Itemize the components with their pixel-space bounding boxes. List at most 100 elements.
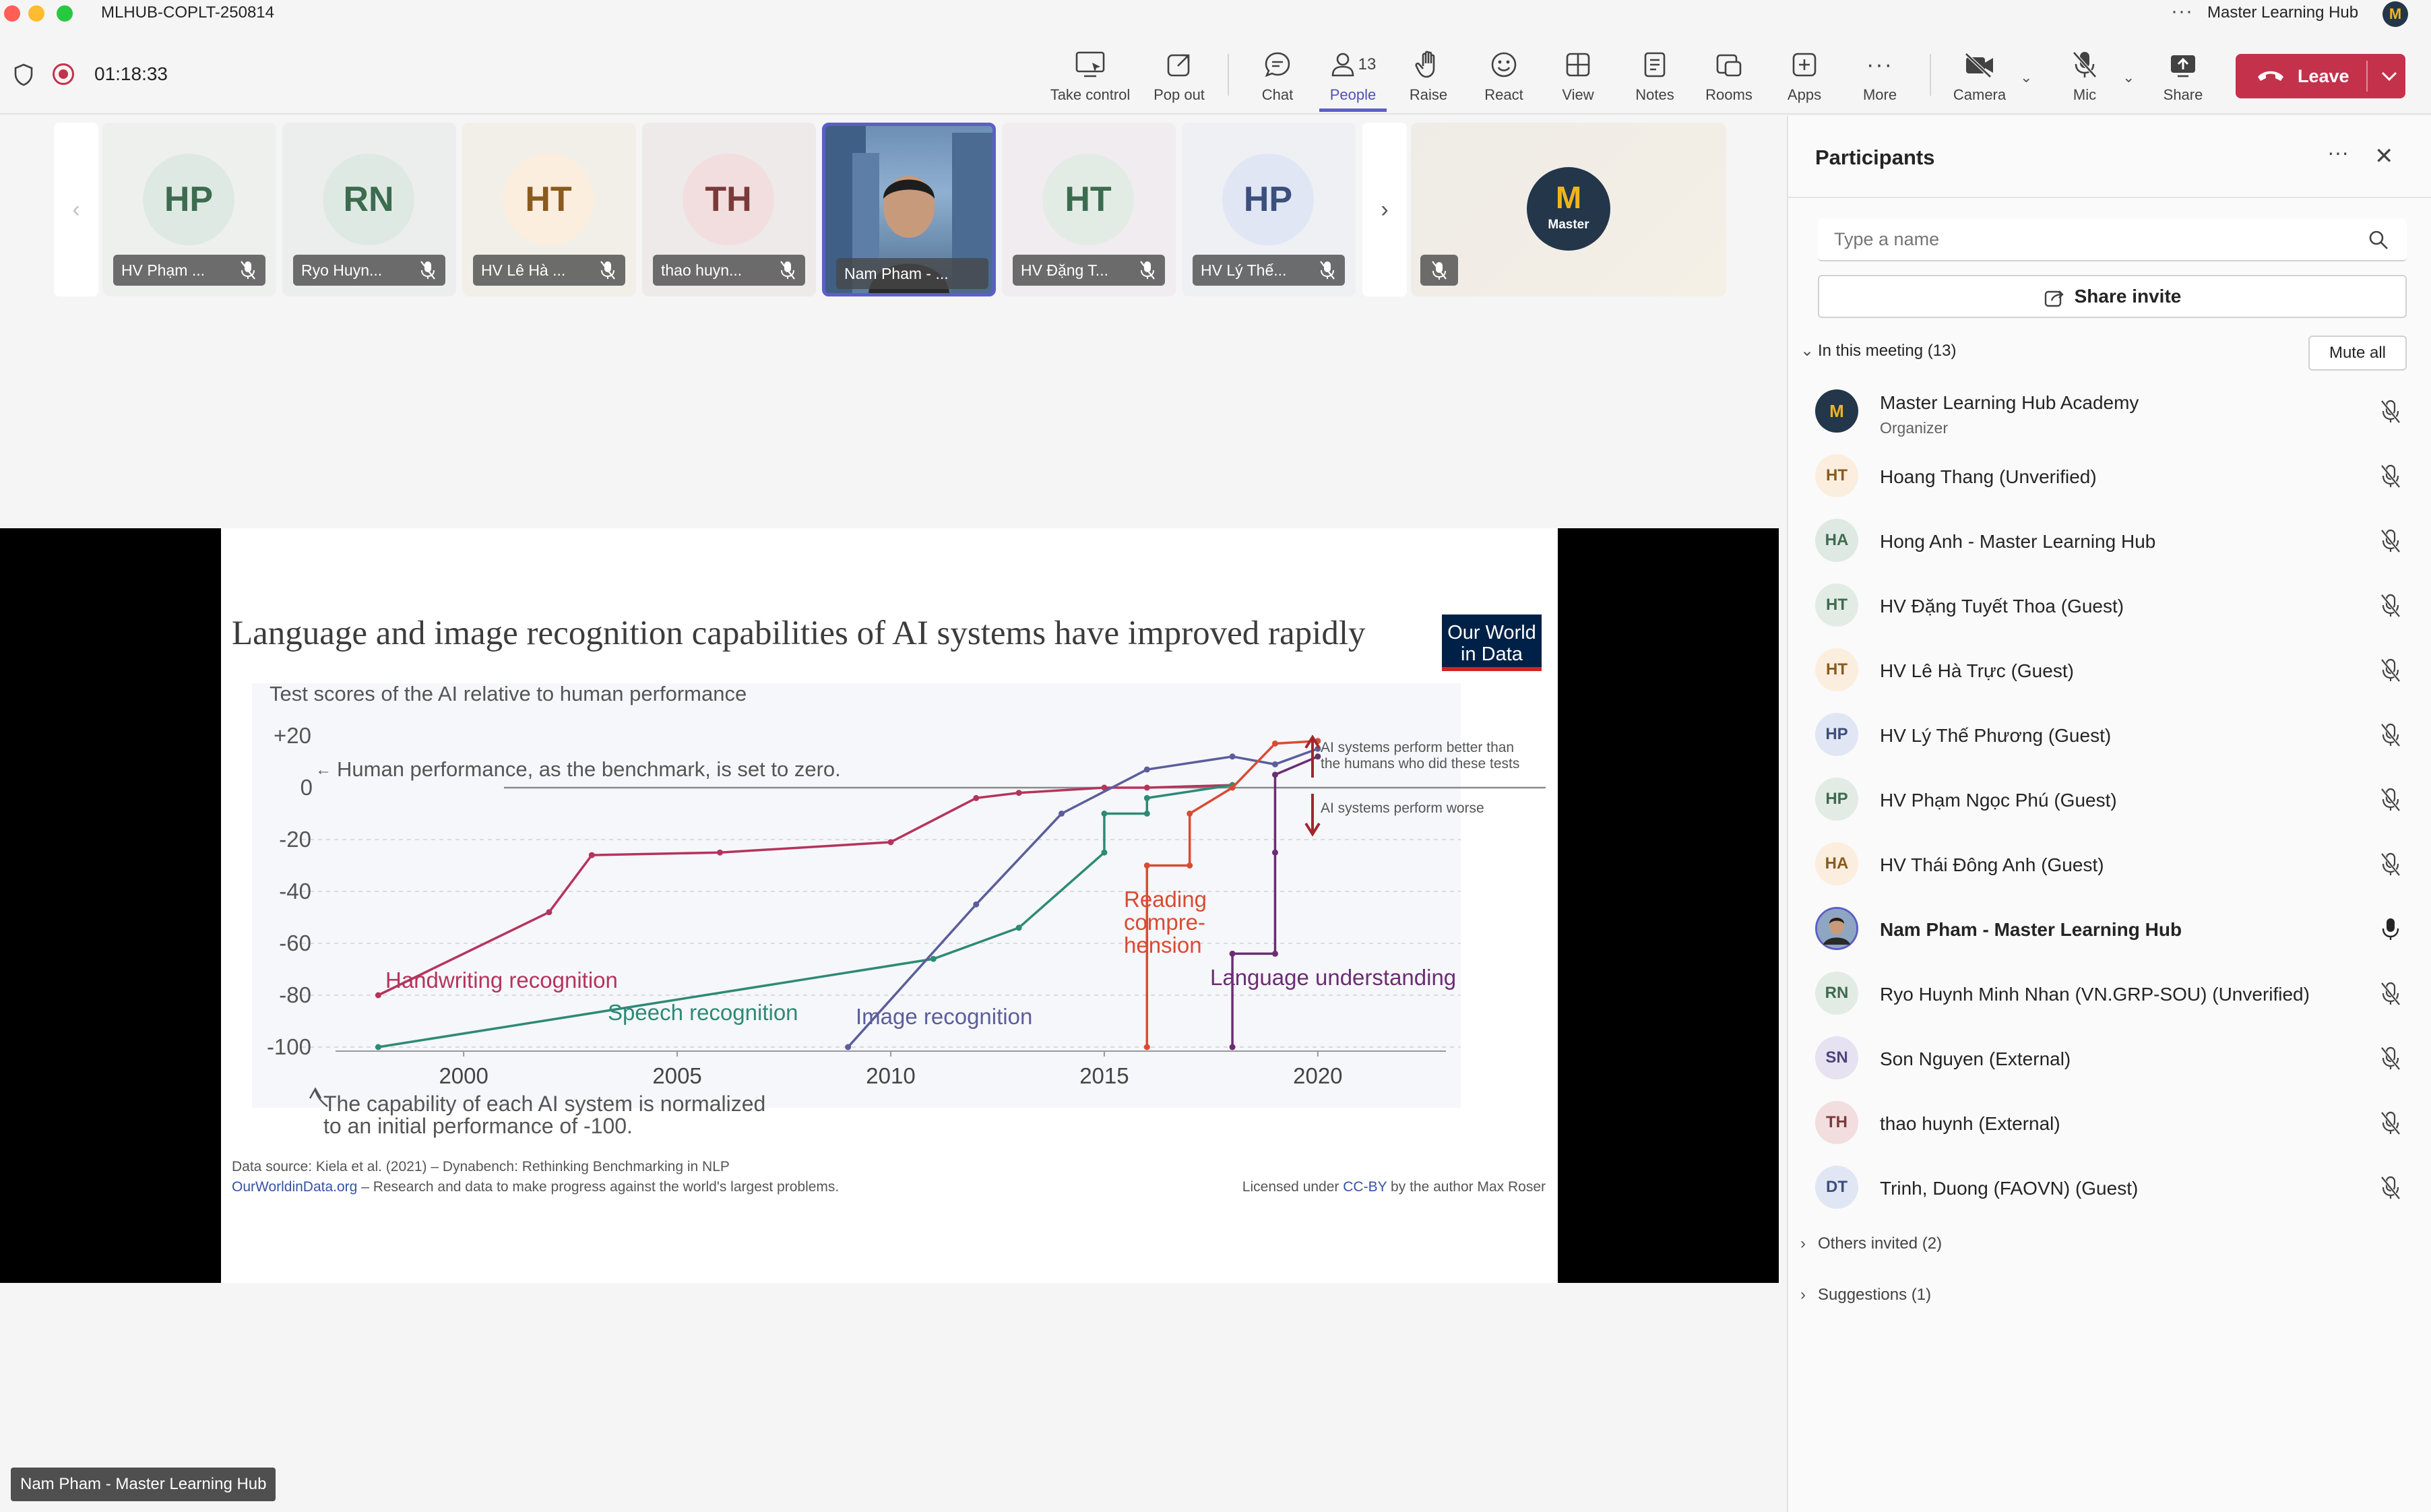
participant-row[interactable]: TH thao huynh (External) [1815, 1090, 2408, 1155]
view-button[interactable]: View [1554, 47, 1602, 112]
search-participants-input[interactable] [1818, 218, 2407, 261]
mic-options-chevron-icon[interactable]: ⌄ [2122, 69, 2135, 86]
x-tick-label: 2010 [866, 1063, 915, 1088]
avatar: HA [1815, 519, 1858, 562]
data-point [1229, 784, 1236, 791]
data-point [1315, 753, 1321, 760]
owid-link[interactable]: OurWorldinData.org [232, 1179, 357, 1195]
avatar: HT [1815, 584, 1858, 627]
video-tile-thao-huynh[interactable]: TH thao huyn... [642, 123, 816, 296]
more-dots-icon: ··· [1866, 51, 1893, 77]
notes-label: Notes [1635, 86, 1674, 103]
panel-more-button[interactable]: ··· [2327, 140, 2349, 165]
data-point [1229, 950, 1236, 957]
license-link[interactable]: CC-BY [1343, 1179, 1387, 1195]
participant-row[interactable]: HP HV Lý Thế Phương (Guest) [1815, 702, 2408, 767]
data-point [1229, 1044, 1236, 1050]
view-grid-icon [1566, 53, 1590, 77]
window-maximize-button[interactable] [57, 5, 73, 22]
meeting-timer: 01:18:33 [94, 63, 168, 84]
take-control-label: Take control [1050, 86, 1131, 103]
share-invite-button[interactable]: Share invite [1818, 275, 2407, 318]
mic-muted-icon [2380, 400, 2401, 424]
data-point [1143, 862, 1150, 869]
worse-note: AI systems perform worse [1321, 800, 1484, 816]
org-name[interactable]: Master Learning Hub [2207, 3, 2358, 22]
in-meeting-label: In this meeting (13) [1818, 342, 1957, 360]
participant-name: Master Learning Hub Academy [1880, 392, 2139, 413]
raise-label: Raise [1409, 86, 1448, 103]
camera-options-chevron-icon[interactable]: ⌄ [2020, 69, 2032, 86]
avatar: HA [1815, 842, 1858, 885]
window-more-button[interactable]: ··· [2171, 0, 2193, 23]
chat-button[interactable]: Chat [1252, 47, 1303, 112]
apps-button[interactable]: Apps [1776, 47, 1833, 112]
participant-row[interactable]: Nam Pham - Master Learning Hub [1815, 896, 2408, 961]
mic-muted-icon [1320, 261, 1335, 280]
mic-button[interactable]: Mic [2060, 47, 2109, 112]
leave-options-chevron-icon[interactable] [2380, 67, 2399, 85]
raise-hand-button[interactable]: Raise [1403, 47, 1454, 112]
react-button[interactable]: React [1477, 47, 1531, 112]
data-point [546, 909, 552, 916]
people-button[interactable]: 13 People [1319, 47, 1387, 112]
others-invited-section[interactable]: › Others invited (2) [1800, 1234, 1942, 1253]
mic-muted-icon [2380, 464, 2401, 489]
video-tile-nam-pham[interactable]: Nam Pham - ... [822, 123, 996, 296]
data-point [1271, 771, 1278, 778]
pop-out-icon [1167, 54, 1190, 77]
more-button[interactable]: ··· More [1852, 47, 1908, 112]
video-tile-hv-le-ha[interactable]: HT HV Lê Hà ... [462, 123, 636, 296]
tile-name: HV Lý Thế... [1201, 261, 1287, 279]
data-point [1101, 849, 1108, 856]
participant-row[interactable]: HT HV Đặng Tuyết Thoa (Guest) [1815, 573, 2408, 637]
tile-avatar: HP [1222, 154, 1314, 245]
pop-out-button[interactable]: Pop out [1148, 47, 1210, 112]
in-meeting-section-header[interactable]: ⌄ In this meeting (13) [1800, 341, 1956, 360]
owid-badge-line2: in Data [1461, 643, 1523, 665]
leave-button[interactable]: Leave [2236, 54, 2405, 98]
participant-name: Trinh, Duong (FAOVN) (Guest) [1880, 1178, 2139, 1199]
camera-button[interactable]: Camera [1946, 47, 2013, 112]
section-expand-chevron-icon: › [1800, 1234, 1806, 1253]
video-tile-hv-ly-the[interactable]: HP HV Lý Thế... [1182, 123, 1356, 296]
strip-previous-button[interactable]: ‹ [54, 123, 98, 296]
participant-row[interactable]: HA HV Thái Đông Anh (Guest) [1815, 831, 2408, 896]
video-tile-organizer[interactable]: M Master [1411, 123, 1726, 296]
window-close-button[interactable] [4, 5, 20, 22]
people-count: 13 [1358, 55, 1377, 73]
x-tick-label: 2015 [1079, 1063, 1129, 1088]
share-invite-icon [2044, 290, 2064, 307]
rooms-button[interactable]: Rooms [1702, 47, 1756, 112]
people-icon [1331, 53, 1354, 77]
participant-row[interactable]: RN Ryo Huynh Minh Nhan (VN.GRP-SOU) (Unve… [1815, 961, 2408, 1026]
panel-close-icon[interactable]: ✕ [2374, 143, 2394, 170]
tile-name-chip: thao huyn... [653, 255, 805, 286]
video-tile-hv-dang-t[interactable]: HT HV Đặng T... [1002, 123, 1176, 296]
notes-button[interactable]: Notes [1629, 47, 1680, 112]
video-tile-hv-pham[interactable]: HP HV Phạm ... [102, 123, 276, 296]
participant-row[interactable]: HT Hoang Thang (Unverified) [1815, 443, 2408, 508]
participant-row[interactable]: M Master Learning Hub Academy Organizer [1815, 379, 2408, 443]
tile-name: HV Phạm ... [121, 261, 205, 279]
share-button[interactable]: Share [2156, 47, 2210, 112]
participant-row[interactable]: DT Trinh, Duong (FAOVN) (Guest) [1815, 1155, 2408, 1220]
participant-row[interactable]: SN Son Nguyen (External) [1815, 1026, 2408, 1090]
others-invited-label: Others invited (2) [1818, 1234, 1943, 1253]
participant-row[interactable]: HT HV Lê Hà Trực (Guest) [1815, 637, 2408, 702]
participant-row[interactable]: HP HV Phạm Ngọc Phú (Guest) [1815, 767, 2408, 831]
strip-next-button[interactable]: › [1362, 123, 1407, 296]
apps-add-icon [1792, 53, 1817, 77]
video-tile-ryo-huynh[interactable]: RN Ryo Huyn... [282, 123, 456, 296]
suggestions-section[interactable]: › Suggestions (1) [1800, 1286, 1931, 1304]
mute-all-button[interactable]: Mute all [2308, 336, 2407, 371]
avatar: HP [1815, 778, 1858, 821]
org-avatar[interactable]: M [2382, 1, 2408, 27]
data-point [1143, 794, 1150, 801]
window-minimize-button[interactable] [28, 5, 44, 22]
take-control-button[interactable]: Take control [1043, 47, 1137, 112]
y-tick-label: -60 [279, 931, 311, 955]
participant-name: HV Lê Hà Trực (Guest) [1880, 660, 2074, 681]
share-screen-icon [2171, 55, 2195, 77]
participant-row[interactable]: HA Hong Anh - Master Learning Hub [1815, 508, 2408, 573]
